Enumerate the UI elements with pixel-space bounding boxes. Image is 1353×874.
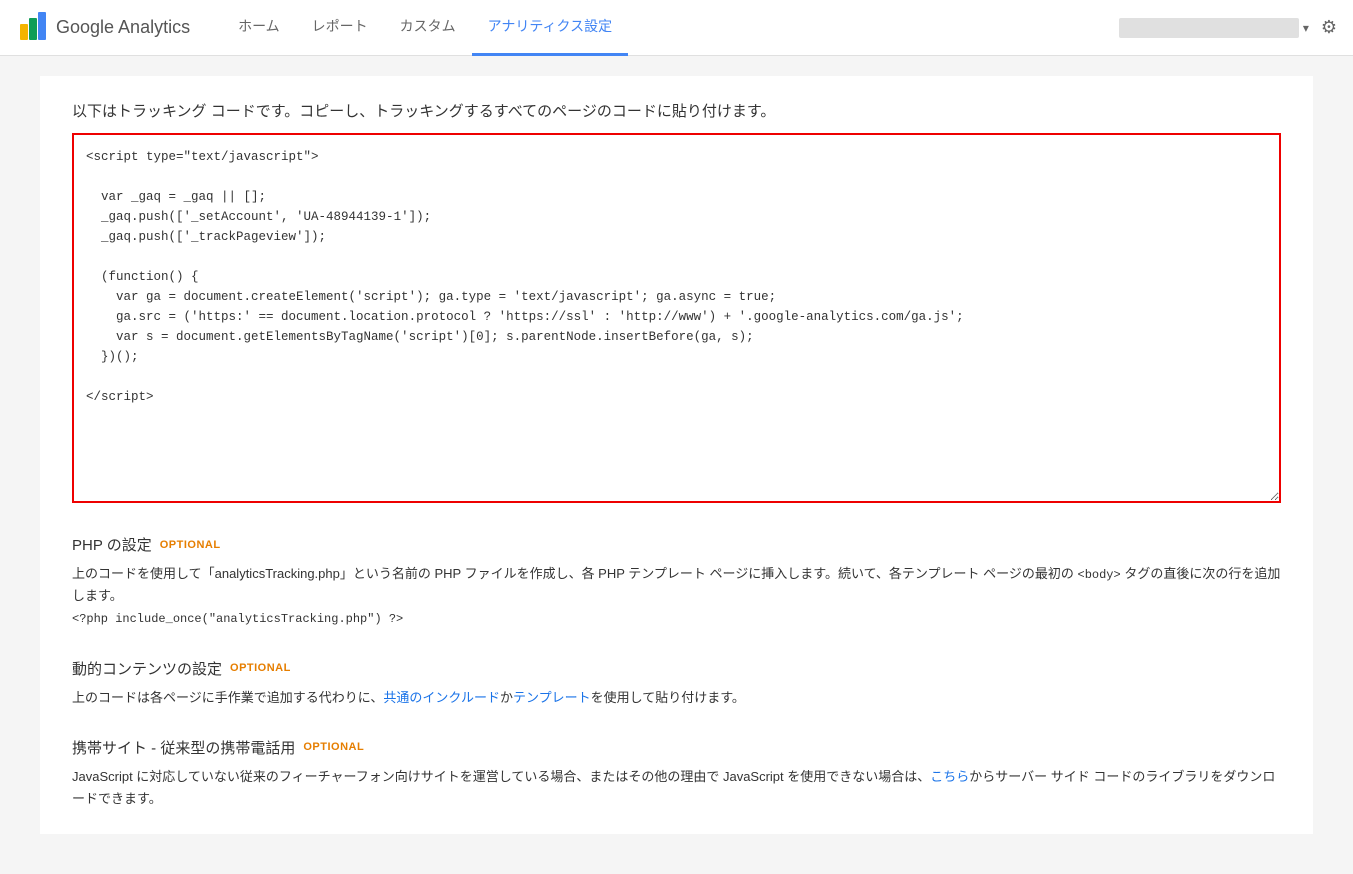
php-optional-badge: OPTIONAL — [160, 539, 221, 551]
main-content: 以下はトラッキング コードです。コピーし、トラッキングするすべてのページのコード… — [0, 56, 1353, 874]
account-dropdown-arrow[interactable]: ▾ — [1303, 21, 1309, 35]
mobile-section-title: 携帯サイト - 従来型の携帯電話用 OPTIONAL — [72, 737, 1281, 758]
logo-area: Google Analytics — [16, 12, 190, 44]
php-code-line: <?php include_once("analyticsTracking.ph… — [72, 612, 403, 626]
dynamic-section-body: 上のコードは各ページに手作業で追加する代わりに、共通のインクルードかテンプレート… — [72, 687, 1281, 709]
ga-logo-icon — [16, 12, 48, 44]
dynamic-section: 動的コンテンツの設定 OPTIONAL 上のコードは各ページに手作業で追加する代… — [72, 658, 1281, 709]
nav-home[interactable]: ホーム — [222, 0, 296, 56]
dynamic-section-title: 動的コンテンツの設定 OPTIONAL — [72, 658, 1281, 679]
account-name-placeholder — [1119, 18, 1299, 38]
logo-text: Google Analytics — [56, 17, 190, 38]
instruction-text: 以下はトラッキング コードです。コピーし、トラッキングするすべてのページのコード… — [72, 100, 1281, 121]
php-body-text-1: 上のコードを使用して「analyticsTracking.php」という名前の … — [72, 566, 1078, 581]
mobile-optional-badge: OPTIONAL — [303, 741, 364, 753]
app-header: Google Analytics ホーム レポート カスタム アナリティクス設定… — [0, 0, 1353, 56]
inner-content: 以下はトラッキング コードです。コピーし、トラッキングするすべてのページのコード… — [40, 76, 1313, 834]
nav-custom[interactable]: カスタム — [384, 0, 472, 56]
tracking-code-textarea[interactable] — [72, 133, 1281, 503]
mobile-section-body: JavaScript に対応していない従来のフィーチャーフォン向けサイトを運営し… — [72, 766, 1281, 810]
php-title-text: PHP の設定 — [72, 534, 152, 555]
mobile-title-text: 携帯サイト - 従来型の携帯電話用 — [72, 737, 295, 758]
dynamic-body-text-1: 上のコードは各ページに手作業で追加する代わりに、 — [72, 690, 383, 705]
dynamic-body-text-2: か — [500, 690, 513, 705]
php-section: PHP の設定 OPTIONAL 上のコードを使用して「analyticsTra… — [72, 534, 1281, 630]
nav-analytics-settings[interactable]: アナリティクス設定 — [472, 0, 628, 56]
dynamic-body-text-3: を使用して貼り付けます。 — [591, 690, 745, 705]
dynamic-template-link[interactable]: テンプレート — [513, 690, 591, 705]
php-section-title: PHP の設定 OPTIONAL — [72, 534, 1281, 555]
mobile-body-text-1: JavaScript に対応していない従来のフィーチャーフォン向けサイトを運営し… — [72, 769, 930, 784]
php-body-code: <body> — [1078, 568, 1121, 582]
nav-reports[interactable]: レポート — [296, 0, 384, 56]
account-selector[interactable]: ▾ — [1119, 18, 1309, 38]
settings-gear-icon[interactable]: ⚙ — [1321, 17, 1337, 38]
php-section-body: 上のコードを使用して「analyticsTracking.php」という名前の … — [72, 563, 1281, 630]
dynamic-title-text: 動的コンテンツの設定 — [72, 658, 222, 679]
mobile-section: 携帯サイト - 従来型の携帯電話用 OPTIONAL JavaScript に対… — [72, 737, 1281, 810]
mobile-download-link[interactable]: こちら — [930, 769, 969, 784]
main-nav: ホーム レポート カスタム アナリティクス設定 — [222, 0, 1119, 56]
dynamic-include-link[interactable]: 共通のインクルード — [383, 690, 500, 705]
header-right: ▾ ⚙ — [1119, 17, 1337, 38]
dynamic-optional-badge: OPTIONAL — [230, 662, 291, 674]
